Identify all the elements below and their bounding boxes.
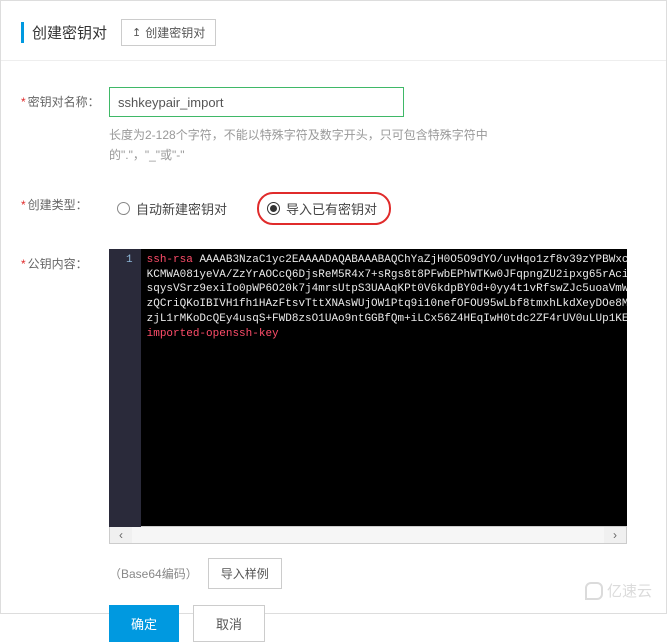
label-type: *创建类型： — [21, 190, 109, 213]
radio-import-label: 导入已有密钥对 — [286, 199, 377, 218]
page-title: 创建密钥对 — [21, 22, 107, 43]
keypair-name-input[interactable] — [109, 87, 404, 117]
row-type: *创建类型： 自动新建密钥对 导入已有密钥对 — [21, 190, 646, 225]
logo-icon — [585, 582, 603, 600]
pubkey-editor[interactable]: 1 ssh-rsa AAAAB3NzaC1yc2EAAAADAQABAAABAQ… — [109, 249, 627, 527]
watermark: 亿速云 — [585, 580, 652, 601]
create-keypair-button[interactable]: ↥ 创建密钥对 — [121, 19, 216, 46]
import-sample-button[interactable]: 导入样例 — [208, 558, 282, 589]
page-header: 创建密钥对 ↥ 创建密钥对 — [1, 1, 666, 61]
ok-button[interactable]: 确定 — [109, 605, 179, 642]
create-keypair-label: 创建密钥对 — [145, 24, 205, 41]
scroll-right-button[interactable]: › — [604, 527, 626, 543]
cancel-button[interactable]: 取消 — [193, 605, 265, 642]
encoding-hint: （Base64编码） — [109, 565, 198, 582]
line-gutter: 1 — [109, 249, 141, 527]
row-pubkey: *公钥内容： 1 ssh-rsa AAAAB3NzaC1yc2EAAAADAQA… — [21, 249, 646, 642]
radio-import-existing[interactable]: 导入已有密钥对 — [257, 192, 391, 225]
label-name: *密钥对名称： — [21, 87, 109, 110]
name-hint: 长度为2-128个字符，不能以特殊字符及数字开头，只可包含特殊字符中的"."，"… — [109, 125, 499, 166]
radio-icon — [117, 202, 130, 215]
radio-auto-label: 自动新建密钥对 — [136, 199, 227, 218]
upload-icon: ↥ — [132, 26, 141, 39]
form: *密钥对名称： 长度为2-128个字符，不能以特殊字符及数字开头，只可包含特殊字… — [1, 61, 666, 642]
radio-icon — [267, 202, 280, 215]
horizontal-scrollbar[interactable]: ‹ › — [109, 526, 627, 544]
pubkey-content: ssh-rsa AAAAB3NzaC1yc2EAAAADAQABAAABAQCh… — [141, 249, 627, 527]
label-pubkey: *公钥内容： — [21, 249, 109, 272]
radio-auto-create[interactable]: 自动新建密钥对 — [109, 194, 239, 223]
watermark-text: 亿速云 — [607, 580, 652, 601]
row-name: *密钥对名称： 长度为2-128个字符，不能以特殊字符及数字开头，只可包含特殊字… — [21, 87, 646, 166]
scroll-left-button[interactable]: ‹ — [110, 527, 132, 543]
